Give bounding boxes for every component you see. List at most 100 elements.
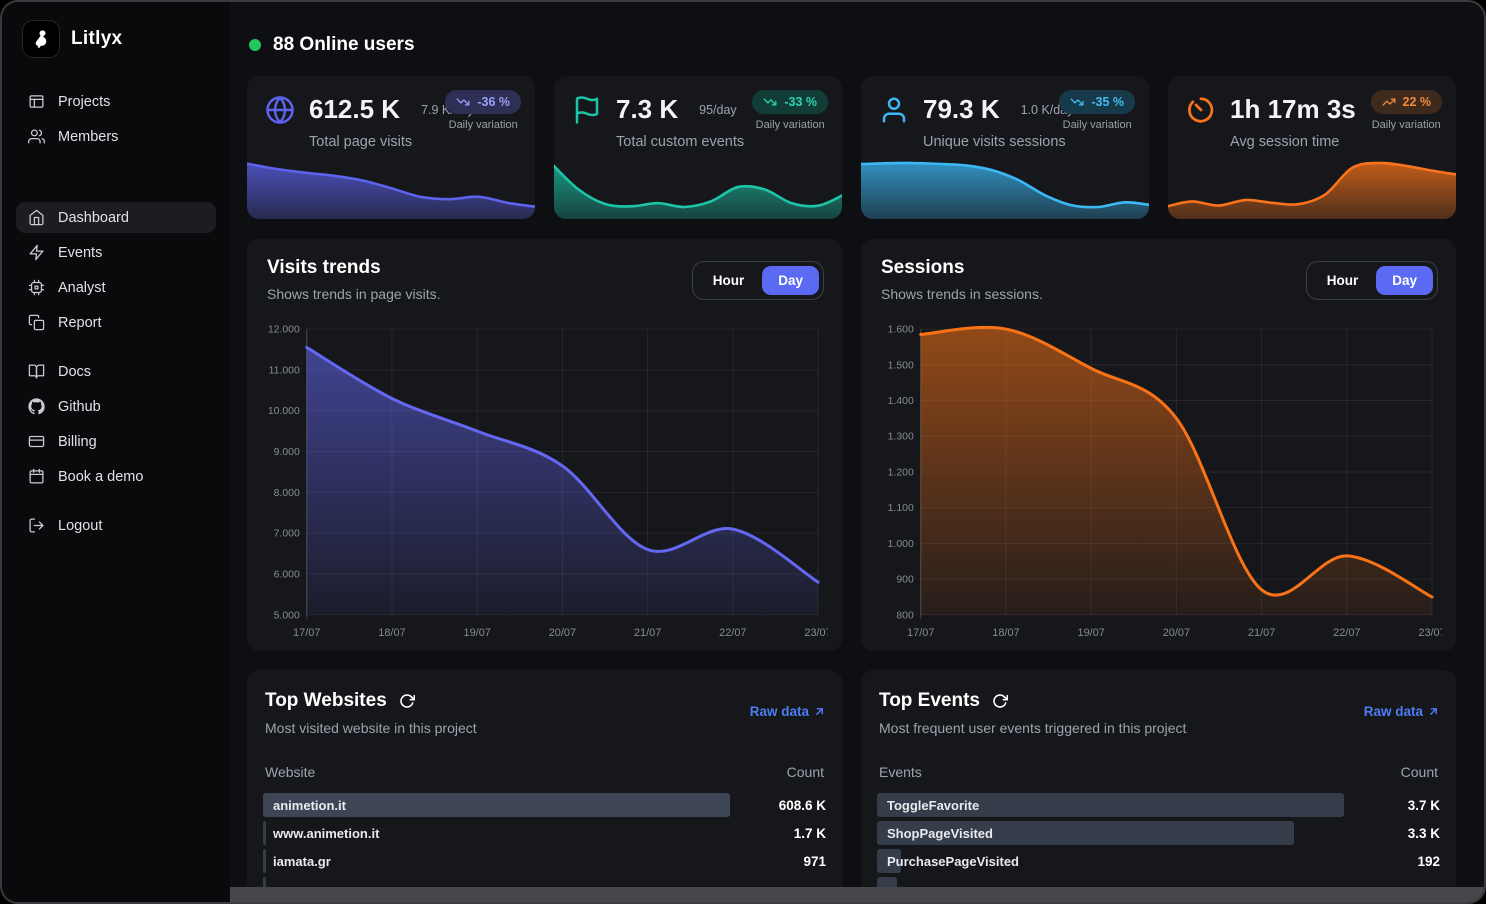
row-bar <box>263 849 266 873</box>
sidebar: Litlyx Projects Members Dashboard Events… <box>2 2 230 902</box>
sidebar-item-docs[interactable]: Docs <box>16 356 216 387</box>
custom-events-sparkline <box>554 155 842 219</box>
daily-variation-badge: -33 % <box>752 90 828 114</box>
day-toggle-button[interactable]: Day <box>762 266 819 295</box>
logo[interactable]: Litlyx <box>22 20 210 58</box>
svg-text:1.100: 1.100 <box>888 502 914 514</box>
stat-value: 79.3 K <box>923 94 1000 125</box>
badge-caption: Daily variation <box>1371 119 1443 131</box>
sidebar-item-label: Dashboard <box>58 210 129 226</box>
litlyx-logo-icon <box>22 20 60 58</box>
sidebar-item-projects[interactable]: Projects <box>16 86 216 117</box>
trend-down-icon <box>763 95 777 109</box>
sidebar-item-members[interactable]: Members <box>16 121 216 152</box>
website-rows: animetion.it608.6 K www.animetion.it1.7 … <box>263 793 826 901</box>
svg-text:18/07: 18/07 <box>992 627 1019 639</box>
sidebar-item-analyst[interactable]: Analyst <box>16 272 216 303</box>
svg-text:17/07: 17/07 <box>293 627 320 639</box>
arrow-up-right-icon <box>1427 705 1440 718</box>
hour-day-toggle: Hour Day <box>1306 261 1438 300</box>
arrow-up-right-icon <box>813 705 826 718</box>
svg-text:19/07: 19/07 <box>1077 627 1104 639</box>
svg-text:7.000: 7.000 <box>274 528 300 540</box>
trend-down-icon <box>456 95 470 109</box>
session-time-sparkline <box>1168 155 1456 219</box>
refresh-icon[interactable] <box>992 693 1008 709</box>
horizontal-scrollbar[interactable] <box>230 887 1484 902</box>
svg-text:800: 800 <box>896 609 914 621</box>
table-row[interactable]: animetion.it608.6 K <box>263 793 826 817</box>
chart-title: Visits trends <box>267 257 441 279</box>
table-row[interactable]: ShopPageVisited3.3 K <box>877 821 1440 845</box>
table-row[interactable]: www.animetion.it1.7 K <box>263 821 826 845</box>
svg-text:21/07: 21/07 <box>1248 627 1275 639</box>
svg-text:1.000: 1.000 <box>888 538 914 550</box>
svg-text:5.000: 5.000 <box>274 609 300 621</box>
stat-card-sessions: 79.3 K 1.0 K/day Unique visits sessions … <box>861 76 1149 219</box>
table-row[interactable]: PurchasePageVisited192 <box>877 849 1440 873</box>
svg-text:1.500: 1.500 <box>888 359 914 371</box>
sidebar-item-label: Analyst <box>58 280 106 296</box>
timer-icon <box>1186 95 1216 125</box>
chart-subtitle: Shows trends in page visits. <box>267 286 441 302</box>
svg-text:19/07: 19/07 <box>463 627 490 639</box>
raw-data-link[interactable]: Raw data <box>750 704 826 719</box>
github-icon <box>28 398 45 415</box>
flag-icon <box>572 95 602 125</box>
stat-label: Avg session time <box>1230 134 1438 150</box>
raw-data-link[interactable]: Raw data <box>1364 704 1440 719</box>
daily-variation-badge: -35 % <box>1059 90 1135 114</box>
sidebar-item-report[interactable]: Report <box>16 307 216 338</box>
hour-toggle-button[interactable]: Hour <box>697 266 761 295</box>
svg-text:20/07: 20/07 <box>549 627 576 639</box>
hour-toggle-button[interactable]: Hour <box>1311 266 1375 295</box>
logout-icon <box>28 517 45 534</box>
brand-name: Litlyx <box>71 28 122 50</box>
top-websites-card: Top Websites Most visited website in thi… <box>247 670 842 902</box>
sidebar-item-github[interactable]: Github <box>16 391 216 422</box>
table-row[interactable]: iamata.gr971 <box>263 849 826 873</box>
sidebar-item-events[interactable]: Events <box>16 237 216 268</box>
sidebar-item-dashboard[interactable]: Dashboard <box>16 202 216 233</box>
stats-row: 612.5 K 7.9 K/day Total page visits -36 … <box>247 76 1456 219</box>
stat-label: Unique visits sessions <box>923 134 1131 150</box>
svg-text:8.000: 8.000 <box>274 487 300 499</box>
svg-text:22/07: 22/07 <box>1333 627 1360 639</box>
column-name-header: Events <box>879 764 922 780</box>
svg-text:1.200: 1.200 <box>888 466 914 478</box>
sidebar-item-label: Github <box>58 399 101 415</box>
column-name-header: Website <box>265 764 315 780</box>
main-content: 88 Online users 612.5 K 7.9 K/day Total … <box>230 2 1484 902</box>
svg-text:20/07: 20/07 <box>1163 627 1190 639</box>
table-row[interactable]: ToggleFavorite3.7 K <box>877 793 1440 817</box>
table-subtitle: Most visited website in this project <box>265 720 477 736</box>
row-bar <box>263 821 266 845</box>
table-subtitle: Most frequent user events triggered in t… <box>879 720 1186 736</box>
column-count-header: Count <box>787 764 824 780</box>
badge-caption: Daily variation <box>1059 119 1135 131</box>
online-users-row: 88 Online users <box>249 34 1456 56</box>
refresh-icon[interactable] <box>399 693 415 709</box>
svg-text:22/07: 22/07 <box>719 627 746 639</box>
online-users-count: 88 Online users <box>273 34 415 56</box>
online-status-dot <box>249 39 261 51</box>
sidebar-item-book-demo[interactable]: Book a demo <box>16 461 216 492</box>
hour-day-toggle: Hour Day <box>692 261 824 300</box>
sidebar-item-label: Book a demo <box>58 469 143 485</box>
badge-caption: Daily variation <box>445 119 521 131</box>
svg-text:11.000: 11.000 <box>269 364 300 376</box>
sidebar-spacer <box>16 340 216 354</box>
sidebar-item-logout[interactable]: Logout <box>16 510 216 541</box>
sidebar-item-label: Members <box>58 129 118 145</box>
day-toggle-button[interactable]: Day <box>1376 266 1433 295</box>
sidebar-item-billing[interactable]: Billing <box>16 426 216 457</box>
sidebar-item-label: Billing <box>58 434 97 450</box>
stat-label: Total page visits <box>309 134 517 150</box>
daily-variation-badge: -36 % <box>445 90 521 114</box>
svg-text:18/07: 18/07 <box>378 627 405 639</box>
credit-card-icon <box>28 433 45 450</box>
svg-text:1.400: 1.400 <box>888 395 914 407</box>
svg-text:1.300: 1.300 <box>888 431 914 443</box>
top-events-card: Top Events Most frequent user events tri… <box>861 670 1456 902</box>
sidebar-spacer <box>16 494 216 508</box>
